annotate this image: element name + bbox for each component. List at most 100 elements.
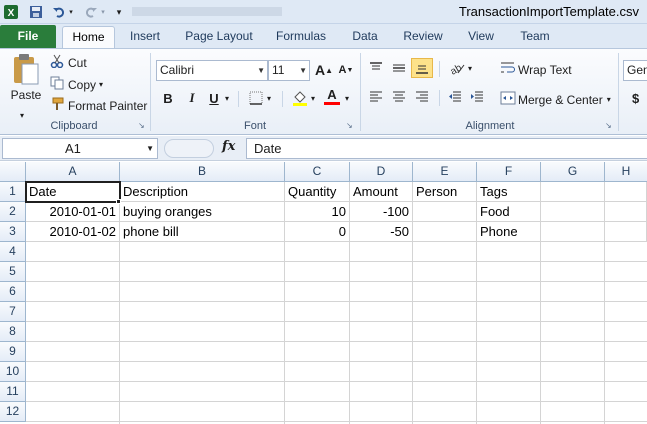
name-box[interactable]: A1 ▼ [2, 138, 158, 159]
font-size-combo[interactable]: 11 ▼ [268, 60, 310, 81]
row-header[interactable]: 7 [0, 302, 26, 322]
cell-d2[interactable]: -100 [350, 202, 413, 222]
number-format-combo[interactable]: Gen [623, 60, 647, 81]
formula-input[interactable]: Date [246, 138, 647, 159]
chevron-down-icon[interactable]: ▼ [146, 139, 154, 158]
underline-dropdown-icon[interactable]: ▾ [222, 88, 232, 108]
fill-color-icon[interactable] [290, 88, 310, 108]
empty-cells-area[interactable] [26, 242, 647, 424]
alignment-launcher-icon[interactable]: ↘ [605, 121, 614, 130]
cell-c1[interactable]: Quantity [285, 182, 350, 202]
column-header-g[interactable]: G [541, 162, 605, 182]
column-header-h[interactable]: H [605, 162, 647, 182]
tab-insert[interactable]: Insert [120, 26, 170, 48]
fill-color-dropdown-icon[interactable]: ▾ [308, 88, 318, 108]
tab-team[interactable]: Team [512, 26, 558, 48]
row-header[interactable]: 11 [0, 382, 26, 402]
copy-button[interactable]: Copy ▾ [50, 76, 103, 93]
cell-d1[interactable]: Amount [350, 182, 413, 202]
tab-formulas[interactable]: Formulas [268, 26, 334, 48]
merge-dropdown-icon[interactable]: ▾ [607, 95, 611, 104]
tab-page-layout[interactable]: Page Layout [178, 26, 260, 48]
borders-dropdown-icon[interactable]: ▾ [264, 88, 274, 108]
orientation-dropdown-icon[interactable]: ▾ [465, 58, 475, 78]
row-header[interactable]: 12 [0, 402, 26, 422]
cell-c3[interactable]: 0 [285, 222, 350, 242]
select-all-corner[interactable] [0, 162, 26, 182]
clipboard-launcher-icon[interactable]: ↘ [138, 121, 147, 130]
cell-e2[interactable] [413, 202, 477, 222]
cut-button[interactable]: Cut [50, 54, 87, 71]
cell-f1[interactable]: Tags [477, 182, 541, 202]
font-name-combo[interactable]: Calibri ▼ [156, 60, 268, 81]
row-header[interactable]: 1 [0, 182, 26, 202]
cell-g2[interactable] [541, 202, 605, 222]
cell-e3[interactable] [413, 222, 477, 242]
column-header-a[interactable]: A [26, 162, 120, 182]
borders-icon[interactable] [246, 88, 266, 108]
column-header-f[interactable]: F [477, 162, 541, 182]
row-header[interactable]: 4 [0, 242, 26, 262]
column-header-b[interactable]: B [120, 162, 285, 182]
align-middle-icon[interactable] [389, 58, 409, 78]
align-bottom-icon[interactable] [411, 58, 433, 78]
grow-font-button[interactable]: A ▲ [314, 60, 334, 80]
paste-dropdown-icon[interactable]: ▾ [20, 111, 24, 120]
tab-home[interactable]: Home [62, 26, 115, 48]
font-color-dropdown-icon[interactable]: ▾ [342, 88, 352, 108]
cell-g3[interactable] [541, 222, 605, 242]
cell-a1[interactable]: Date [26, 182, 120, 202]
format-painter-button[interactable]: Format Painter [50, 97, 147, 114]
cell-h3[interactable] [605, 222, 647, 242]
align-center-icon[interactable] [389, 87, 409, 107]
align-top-icon[interactable] [366, 58, 386, 78]
column-header-c[interactable]: C [285, 162, 350, 182]
paste-button[interactable]: Paste [6, 53, 46, 111]
cell-d3[interactable]: -50 [350, 222, 413, 242]
tab-review[interactable]: Review [396, 26, 450, 48]
font-launcher-icon[interactable]: ↘ [346, 121, 355, 130]
font-color-button[interactable]: A [322, 86, 342, 106]
undo-dropdown-icon[interactable]: ▾ [67, 3, 75, 21]
cell-a3[interactable]: 2010-01-02 [26, 222, 120, 242]
insert-function-button[interactable]: fx [222, 139, 235, 154]
cell-h1[interactable] [605, 182, 647, 202]
column-header-d[interactable]: D [350, 162, 413, 182]
cell-f3[interactable]: Phone [477, 222, 541, 242]
increase-indent-icon[interactable] [467, 87, 487, 107]
row-header[interactable]: 8 [0, 322, 26, 342]
redo-dropdown-icon[interactable]: ▾ [99, 3, 107, 21]
currency-button[interactable]: $ [632, 91, 639, 106]
merge-center-button[interactable]: Merge & Center ▾ [500, 91, 611, 108]
italic-button[interactable]: I [182, 88, 202, 108]
row-header[interactable]: 5 [0, 262, 26, 282]
cell-b2[interactable]: buying oranges [120, 202, 285, 222]
row-header[interactable]: 6 [0, 282, 26, 302]
formula-bar-resizer[interactable] [164, 139, 214, 158]
decrease-indent-icon[interactable] [445, 87, 465, 107]
customize-qat-icon[interactable]: ▾ [114, 3, 124, 21]
bold-button[interactable]: B [158, 88, 178, 108]
align-right-icon[interactable] [412, 87, 432, 107]
cell-e1[interactable]: Person [413, 182, 477, 202]
cell-g1[interactable] [541, 182, 605, 202]
fill-handle[interactable] [116, 199, 121, 204]
cell-a2[interactable]: 2010-01-01 [26, 202, 120, 222]
tab-data[interactable]: Data [342, 26, 388, 48]
cell-c2[interactable]: 10 [285, 202, 350, 222]
tab-view[interactable]: View [458, 26, 504, 48]
cell-h2[interactable] [605, 202, 647, 222]
undo-icon[interactable] [50, 3, 68, 21]
row-header[interactable]: 10 [0, 362, 26, 382]
cell-b1[interactable]: Description [120, 182, 285, 202]
cell-b3[interactable]: phone bill [120, 222, 285, 242]
underline-button[interactable]: U [204, 88, 224, 108]
orientation-icon[interactable]: ab [447, 58, 467, 78]
column-header-e[interactable]: E [413, 162, 477, 182]
tab-file[interactable]: File [0, 25, 56, 48]
save-icon[interactable] [27, 3, 45, 21]
redo-icon[interactable] [82, 3, 100, 21]
wrap-text-button[interactable]: Wrap Text [500, 61, 572, 78]
align-left-icon[interactable] [366, 87, 386, 107]
cell-f2[interactable]: Food [477, 202, 541, 222]
